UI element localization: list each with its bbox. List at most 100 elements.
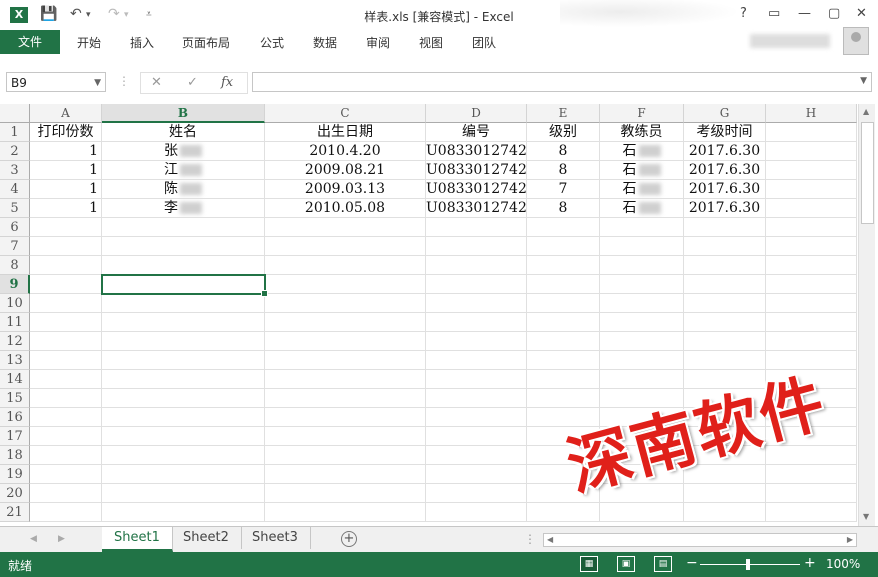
cell-d4[interactable]: U08330127421 — [426, 180, 527, 199]
vertical-scrollbar[interactable]: ▲ ▼ — [858, 104, 875, 526]
cell-b13[interactable] — [102, 351, 265, 370]
cell-e15[interactable] — [527, 389, 600, 408]
account-name[interactable] — [750, 34, 830, 48]
tab-review[interactable]: 审阅 — [366, 34, 390, 51]
ribbon-display-options-button[interactable]: ▭ — [768, 6, 780, 21]
insert-function-icon[interactable]: fx — [221, 75, 233, 90]
tab-data[interactable]: 数据 — [313, 34, 337, 51]
cell-b5[interactable]: 李 — [102, 199, 265, 218]
chevron-down-icon[interactable]: ▼ — [94, 73, 101, 93]
row-header-17[interactable]: 17 — [0, 427, 30, 446]
cell-a17[interactable] — [30, 427, 102, 446]
column-header-g[interactable]: G — [684, 104, 766, 123]
cell-e4[interactable]: 7 — [527, 180, 600, 199]
page-break-view-icon[interactable]: ▤ — [654, 556, 672, 572]
cell-f13[interactable] — [600, 351, 684, 370]
row-header-8[interactable]: 8 — [0, 256, 30, 275]
cell-b11[interactable] — [102, 313, 265, 332]
cell-f5[interactable]: 石 — [600, 199, 684, 218]
cell-e3[interactable]: 8 — [527, 161, 600, 180]
column-header-c[interactable]: C — [265, 104, 426, 123]
cell-d2[interactable]: U08330127421 — [426, 142, 527, 161]
cell-a20[interactable] — [30, 484, 102, 503]
cell-h21[interactable] — [766, 503, 857, 522]
scroll-left-icon[interactable]: ◀ — [547, 535, 553, 544]
cell-d12[interactable] — [426, 332, 527, 351]
cell-d3[interactable]: U08330127422 — [426, 161, 527, 180]
cell-a19[interactable] — [30, 465, 102, 484]
zoom-slider-thumb[interactable] — [746, 559, 750, 570]
cell-b6[interactable] — [102, 218, 265, 237]
cell-c10[interactable] — [265, 294, 426, 313]
cell-c5[interactable]: 2010.05.08 — [265, 199, 426, 218]
tab-file[interactable]: 文件 — [0, 30, 60, 54]
cell-h7[interactable] — [766, 237, 857, 256]
cell-g1[interactable]: 考级时间 — [684, 123, 766, 142]
cell-e2[interactable]: 8 — [527, 142, 600, 161]
cell-d8[interactable] — [426, 256, 527, 275]
tab-view[interactable]: 视图 — [419, 34, 443, 51]
cell-g12[interactable] — [684, 332, 766, 351]
cell-d16[interactable] — [426, 408, 527, 427]
cell-d20[interactable] — [426, 484, 527, 503]
tab-sheet2[interactable]: Sheet2 — [171, 527, 242, 549]
cell-d9[interactable] — [426, 275, 527, 294]
vertical-scroll-thumb[interactable] — [861, 122, 874, 224]
cell-d21[interactable] — [426, 503, 527, 522]
row-header-12[interactable]: 12 — [0, 332, 30, 351]
row-header-9[interactable]: 9 — [0, 275, 30, 294]
page-layout-view-icon[interactable]: ▣ — [617, 556, 635, 572]
cell-d11[interactable] — [426, 313, 527, 332]
cell-d13[interactable] — [426, 351, 527, 370]
cell-h1[interactable] — [766, 123, 857, 142]
cell-f7[interactable] — [600, 237, 684, 256]
cell-f2[interactable]: 石 — [600, 142, 684, 161]
cell-e12[interactable] — [527, 332, 600, 351]
cell-a1[interactable]: 打印份数 — [30, 123, 102, 142]
cell-g6[interactable] — [684, 218, 766, 237]
cell-b7[interactable] — [102, 237, 265, 256]
cell-a13[interactable] — [30, 351, 102, 370]
column-header-a[interactable]: A — [30, 104, 102, 123]
cell-f4[interactable]: 石 — [600, 180, 684, 199]
cell-d15[interactable] — [426, 389, 527, 408]
cell-c13[interactable] — [265, 351, 426, 370]
cell-h3[interactable] — [766, 161, 857, 180]
cell-c6[interactable] — [265, 218, 426, 237]
cell-c14[interactable] — [265, 370, 426, 389]
tab-team[interactable]: 团队 — [472, 34, 496, 51]
cell-b8[interactable] — [102, 256, 265, 275]
cell-e6[interactable] — [527, 218, 600, 237]
cell-b4[interactable]: 陈 — [102, 180, 265, 199]
cell-e11[interactable] — [527, 313, 600, 332]
cell-c4[interactable]: 2009.03.13 — [265, 180, 426, 199]
cell-e14[interactable] — [527, 370, 600, 389]
cell-g11[interactable] — [684, 313, 766, 332]
cell-b18[interactable] — [102, 446, 265, 465]
cell-f8[interactable] — [600, 256, 684, 275]
row-header-4[interactable]: 4 — [0, 180, 30, 199]
cell-g10[interactable] — [684, 294, 766, 313]
column-header-h[interactable]: H — [766, 104, 857, 123]
cell-d7[interactable] — [426, 237, 527, 256]
cell-h2[interactable] — [766, 142, 857, 161]
cell-a11[interactable] — [30, 313, 102, 332]
scroll-right-icon[interactable]: ▶ — [847, 535, 853, 544]
cell-a3[interactable]: 1 — [30, 161, 102, 180]
cell-e9[interactable] — [527, 275, 600, 294]
cell-f6[interactable] — [600, 218, 684, 237]
cell-g3[interactable]: 2017.6.30 — [684, 161, 766, 180]
cell-c8[interactable] — [265, 256, 426, 275]
cell-g20[interactable] — [684, 484, 766, 503]
cell-a12[interactable] — [30, 332, 102, 351]
cell-f12[interactable] — [600, 332, 684, 351]
cell-c1[interactable]: 出生日期 — [265, 123, 426, 142]
column-header-e[interactable]: E — [527, 104, 600, 123]
cell-h20[interactable] — [766, 484, 857, 503]
cell-f10[interactable] — [600, 294, 684, 313]
scroll-up-icon[interactable]: ▲ — [863, 107, 869, 116]
help-button[interactable]: ? — [740, 6, 747, 21]
cell-h10[interactable] — [766, 294, 857, 313]
close-button[interactable]: ✕ — [856, 6, 867, 21]
cell-a9[interactable] — [30, 275, 102, 294]
